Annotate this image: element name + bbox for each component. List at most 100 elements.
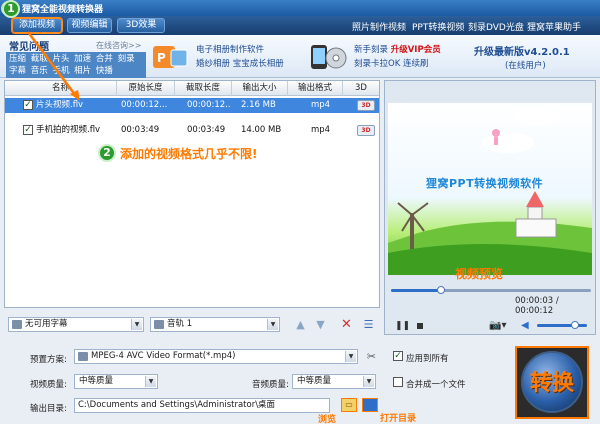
upgrade-version-link[interactable]: 升级最新版v4.2.0.1 (474, 43, 570, 58)
wedding-album-link[interactable]: 婚纱相册 宝宝成长相册 (196, 57, 284, 69)
browse-hint: 浏览 (318, 415, 337, 424)
column-header-3d[interactable]: 3D (343, 81, 379, 96)
seek-bar-fill (391, 289, 441, 292)
row-checkbox[interactable]: ✓ (23, 125, 33, 135)
album-software-link[interactable]: 电子相册制作软件 (196, 43, 264, 55)
step-2-marker: 2 (98, 144, 116, 162)
faq-link-compress[interactable]: 压缩 (9, 54, 26, 64)
list-icon[interactable]: ☰ (362, 318, 375, 331)
column-header-original-length[interactable]: 原始长度 (117, 81, 175, 96)
audio-track-select[interactable]: 音轨 1 ▼ (150, 317, 280, 332)
merge-checkbox[interactable] (393, 377, 403, 387)
chevron-down-icon[interactable]: ▼ (267, 319, 278, 330)
edit-video-button[interactable]: 视频编辑 (67, 18, 112, 33)
format-icon (78, 352, 88, 361)
faq-link-cut[interactable]: 截取 (31, 54, 48, 64)
volume-slider[interactable] (537, 321, 587, 329)
column-header-name[interactable]: 名称 (5, 81, 117, 96)
audio-quality-value: 中等质量 (297, 376, 332, 386)
preset-value: MPEG-4 AVC Video Format(*.mp4) (91, 351, 236, 361)
table-row[interactable]: ✓ 手机拍的视频.flv 00:03:49 00:03:49 14.00 MB … (5, 123, 379, 138)
output-dir-field[interactable]: C:\Documents and Settings\Administrator\… (74, 398, 330, 413)
open-dir-hint: 打开目录 (380, 414, 417, 424)
seek-bar-handle[interactable] (437, 286, 445, 294)
preview-label: 视频预览 (455, 267, 504, 281)
preset-select[interactable]: MPEG-4 AVC Video Format(*.mp4) ▼ (74, 349, 358, 364)
table-header: 名称 原始长度 截取长度 输出大小 输出格式 3D (5, 81, 379, 96)
output-settings: 预置方案: MPEG-4 AVC Video Format(*.mp4) ▼ ✂… (0, 340, 600, 424)
open-folder-icon[interactable] (362, 398, 378, 412)
column-header-output-size[interactable]: 输出大小 (232, 81, 288, 96)
faq-link-subtitle[interactable]: 字幕 (9, 66, 26, 76)
seek-bar[interactable] (391, 286, 591, 294)
subtitle-select[interactable]: 无可用字幕 ▼ (8, 317, 144, 332)
faq-link-intro[interactable]: 片头 (52, 54, 69, 64)
chevron-down-icon[interactable]: ▼ (131, 319, 142, 330)
video-quality-value: 中等质量 (79, 376, 114, 386)
faq-link-merge[interactable]: 合并 (96, 54, 113, 64)
chevron-down-icon[interactable]: ▼ (345, 351, 356, 362)
newbie-burn-link[interactable]: 新手刻录 升级VIP会员 (354, 43, 441, 55)
volume-icon[interactable]: ◀ (521, 320, 529, 331)
3d-effect-button[interactable]: 3D效果 (117, 18, 165, 33)
play-pause-icon[interactable]: ❚❚ (395, 321, 410, 331)
advanced-settings-icon[interactable]: ✂ (364, 349, 379, 364)
playback-time: 00:00:03 / 00:00:12 (515, 296, 559, 316)
output-format: mp4 (311, 100, 331, 110)
original-length: 00:00:12... (121, 100, 168, 110)
move-up-icon[interactable]: ▲ (294, 318, 307, 331)
subtitle-value: 无可用字幕 (25, 319, 68, 329)
table-row[interactable]: ✓ 片头视频.flv 00:00:12... 00:00:12... 2.16 … (5, 98, 379, 113)
toolbar: 添加视频 视频编辑 3D效果 照片制作视频 PPT转换视频 刻录DVD光盘 狸窝… (0, 16, 600, 35)
move-down-icon[interactable]: ▼ (314, 318, 327, 331)
audio-quality-select[interactable]: 中等质量 ▼ (292, 374, 376, 389)
audio-icon (154, 320, 164, 329)
step-1-marker: 1 (2, 0, 20, 18)
chevron-down-icon[interactable]: ▼ (363, 376, 374, 387)
column-header-cut-length[interactable]: 截取长度 (175, 81, 232, 96)
faq-link-speed[interactable]: 加速 (74, 54, 91, 64)
delete-icon[interactable]: ✕ (340, 318, 353, 331)
online-consult-link[interactable]: 在线咨询>> (96, 40, 141, 51)
volume-handle[interactable] (570, 321, 579, 329)
karaoke-burn-link[interactable]: 刻录卡拉OK 连续刷 (354, 57, 428, 69)
mobile-dvd-icon[interactable] (308, 42, 348, 72)
browse-folder-icon[interactable]: ▭ (341, 398, 357, 412)
track-controls: 无可用字幕 ▼ 音轨 1 ▼ ▲ ▼ ✕ ☰ (4, 315, 380, 335)
ppt-icon[interactable]: P (151, 42, 191, 72)
add-video-button[interactable]: 添加视频 (12, 18, 62, 33)
apply-all-checkbox[interactable]: ✓ (393, 351, 403, 361)
convert-button[interactable]: 转换 (515, 346, 589, 419)
output-size: 14.00 MB (241, 125, 282, 135)
faq-link-photo[interactable]: 相片 (74, 66, 91, 76)
faq-title: 常见问题 (9, 42, 49, 53)
faq-link-burn[interactable]: 刻录 (118, 54, 135, 64)
row-checkbox[interactable]: ✓ (23, 100, 33, 110)
preview-panel: 狸窝PPT转换视频软件 视频预览 00:00:03 / 00:00:12 ❚❚ … (384, 80, 596, 335)
vip-upgrade-link[interactable]: 升级VIP会员 (391, 45, 441, 55)
file-list: 名称 原始长度 截取长度 输出大小 输出格式 3D ✓ 片头视频.flv 00:… (4, 80, 380, 308)
cut-length: 00:00:12... (187, 100, 231, 110)
photo-to-video-link[interactable]: 照片制作视频 (352, 20, 406, 33)
apple-assistant-link[interactable]: 狸窝苹果助手 (527, 20, 581, 33)
video-quality-select[interactable]: 中等质量 ▼ (74, 374, 158, 389)
burn-dvd-link[interactable]: 刻录DVD光盘 (468, 20, 524, 33)
video-quality-label: 视频质量: (30, 380, 67, 390)
column-header-output-format[interactable]: 输出格式 (288, 81, 343, 96)
faq-panel: 常见问题 在线咨询>> 压缩 截取 片头 加速 合并 刻录 字幕 音乐 手机 相… (6, 38, 146, 78)
chevron-down-icon[interactable]: ▼ (145, 376, 156, 387)
newbie-burn-label: 新手刻录 (354, 45, 389, 55)
ppt-to-video-link[interactable]: PPT转换视频 (412, 20, 464, 33)
snapshot-icon[interactable]: 📷▾ (489, 320, 506, 331)
output-dir-label: 输出目录: (30, 404, 67, 414)
faq-link-phone[interactable]: 手机 (52, 66, 69, 76)
apply-all-label: 应用到所有 (406, 354, 449, 364)
stop-icon[interactable] (417, 323, 423, 329)
3d-toggle-icon[interactable]: 3D (357, 100, 375, 111)
faq-link-qvod[interactable]: 快播 (96, 66, 113, 76)
preview-video-title: 狸窝PPT转换视频软件 (426, 177, 544, 190)
svg-text:P: P (157, 51, 166, 65)
file-name: 手机拍的视频.flv (36, 125, 101, 135)
faq-link-music[interactable]: 音乐 (31, 66, 48, 76)
3d-toggle-icon[interactable]: 3D (357, 125, 375, 136)
